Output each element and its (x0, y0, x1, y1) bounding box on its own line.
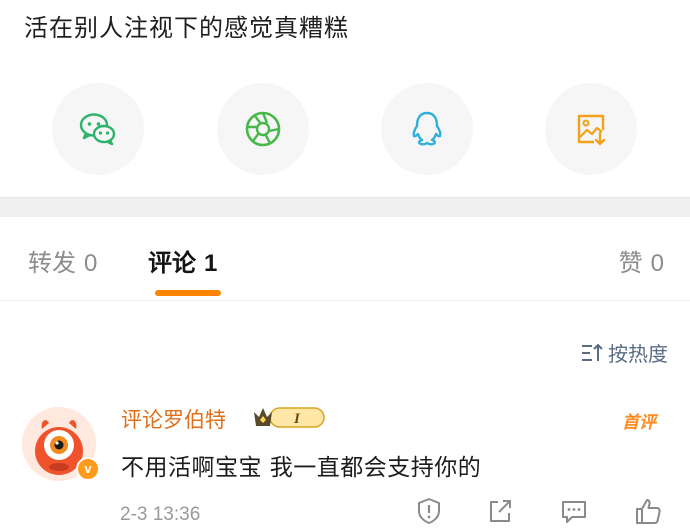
tab-comment-count: 1 (204, 250, 218, 277)
sort-icon (582, 343, 603, 361)
reply-icon (562, 501, 586, 523)
share-comment-button[interactable] (485, 496, 515, 526)
verified-badge: v (76, 457, 100, 481)
tab-comment[interactable]: 评论 1 (148, 243, 217, 278)
tab-repost-count: 0 (84, 250, 98, 277)
sort-button[interactable]: 按热度 (580, 338, 668, 367)
tab-like[interactable]: 赞0 (619, 243, 664, 278)
like-button[interactable] (633, 496, 663, 526)
moments-icon (245, 111, 281, 147)
like-icon (636, 499, 661, 524)
wechat-icon (79, 113, 116, 146)
report-button[interactable] (414, 496, 444, 526)
tab-repost[interactable]: 转发 0 (28, 243, 97, 278)
share-qq-button[interactable] (381, 83, 473, 175)
comment-username[interactable]: 评论罗伯特 (121, 404, 226, 434)
active-tab-indicator (155, 290, 221, 296)
tab-repost-label: 转发 (28, 249, 76, 277)
vip-level-text: I (293, 411, 301, 427)
tab-like-label: 赞 (618, 249, 643, 277)
report-icon (418, 498, 440, 524)
tab-bar: 转发 0 评论 1 赞0 (0, 217, 690, 301)
first-comment-tag: 首评 (622, 413, 656, 433)
share-icon (490, 500, 511, 522)
comment-text: 不用活啊宝宝 我一直都会支持你的 (121, 455, 482, 481)
share-moments-button[interactable] (217, 83, 309, 175)
comment-timestamp: 2-3 13:36 (120, 504, 201, 525)
section-divider (0, 197, 690, 217)
vip-level-badge: I (254, 407, 325, 428)
sort-label: 按热度 (608, 342, 668, 366)
reply-button[interactable] (559, 496, 589, 526)
tab-like-count: 0 (650, 250, 664, 277)
share-wechat-button[interactable] (52, 83, 144, 175)
save-image-button[interactable] (545, 83, 637, 175)
tab-comment-label: 评论 (148, 249, 196, 277)
save-image-icon (577, 114, 606, 146)
share-row (0, 83, 690, 175)
post-text: 活在别人注视下的感觉真糟糕 (24, 14, 349, 42)
qq-icon (412, 111, 442, 146)
